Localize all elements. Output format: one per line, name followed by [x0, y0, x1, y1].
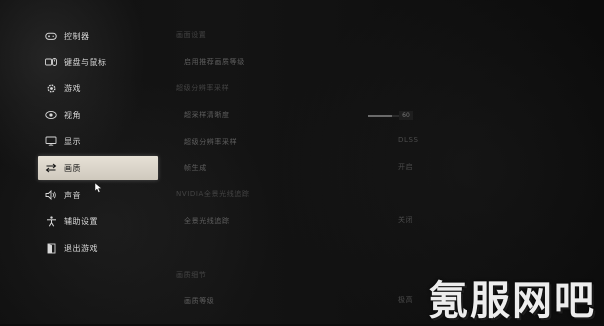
setting-label-quality-level[interactable]: 画质等级 — [184, 296, 214, 306]
nav-label-camera: 视角 — [64, 110, 81, 120]
mouse-cursor-icon — [94, 178, 103, 197]
monitor-icon — [44, 134, 58, 148]
section-header-super-resolution: 超级分辨率采样 — [176, 84, 230, 92]
section-header-display-settings: 画面设置 — [176, 31, 207, 39]
slider-value-box: 60 — [399, 111, 413, 120]
nav-label-graphics: 画质 — [64, 163, 81, 173]
section-header-quality-details: 画质细节 — [176, 271, 207, 279]
swap-arrows-icon — [44, 161, 58, 175]
setting-label-upscale-sharpness[interactable]: 超采样清晰度 — [184, 110, 230, 120]
nav-item-game[interactable]: 游戏 — [38, 76, 158, 100]
nav-label-controller: 控制器 — [64, 31, 90, 41]
nav-item-controller[interactable]: 控制器 — [38, 24, 158, 48]
watermark-text: 氪服网吧 — [428, 278, 596, 324]
nav-item-display[interactable]: 显示 — [38, 129, 158, 153]
speaker-icon — [44, 188, 58, 202]
setting-label-path-tracing[interactable]: 全景光线追踪 — [184, 216, 230, 226]
setting-label-recommended-quality[interactable]: 启用推荐画质等级 — [184, 57, 245, 67]
slider-fill — [368, 115, 392, 117]
nav-item-accessibility[interactable]: 辅助设置 — [38, 209, 158, 233]
setting-label-frame-generation[interactable]: 帧生成 — [184, 163, 207, 173]
settings-sidebar: 控制器 键盘与鼠标 游戏 视角 显示 画质 声音 辅助设置 退出游戏 — [0, 0, 170, 324]
setting-value-super-resolution[interactable]: DLSS — [398, 136, 419, 144]
eye-icon — [44, 108, 58, 122]
setting-value-path-tracing[interactable]: 关闭 — [398, 215, 413, 225]
nav-item-quit[interactable]: 退出游戏 — [38, 236, 158, 260]
nav-label-keyboard-mouse: 键盘与鼠标 — [64, 57, 107, 67]
nav-item-camera[interactable]: 视角 — [38, 103, 158, 127]
gamepad-icon — [44, 29, 58, 43]
setting-label-super-resolution[interactable]: 超级分辨率采样 — [184, 137, 237, 147]
setting-value-frame-generation[interactable]: 开启 — [398, 162, 413, 172]
nav-label-audio: 声音 — [64, 190, 81, 200]
exit-door-icon — [44, 241, 58, 255]
section-header-path-tracing: NVIDIA全景光线追踪 — [176, 190, 250, 198]
nav-label-quit: 退出游戏 — [64, 243, 98, 253]
gear-icon — [44, 81, 58, 95]
setting-value-quality-level[interactable]: 极高 — [398, 295, 413, 305]
nav-label-accessibility: 辅助设置 — [64, 216, 98, 226]
nav-label-display: 显示 — [64, 136, 81, 146]
keyboard-mouse-icon — [44, 55, 58, 69]
accessibility-icon — [44, 214, 58, 228]
nav-item-graphics[interactable]: 画质 — [38, 156, 158, 180]
nav-item-keyboard-mouse[interactable]: 键盘与鼠标 — [38, 50, 158, 74]
nav-label-game: 游戏 — [64, 83, 81, 93]
